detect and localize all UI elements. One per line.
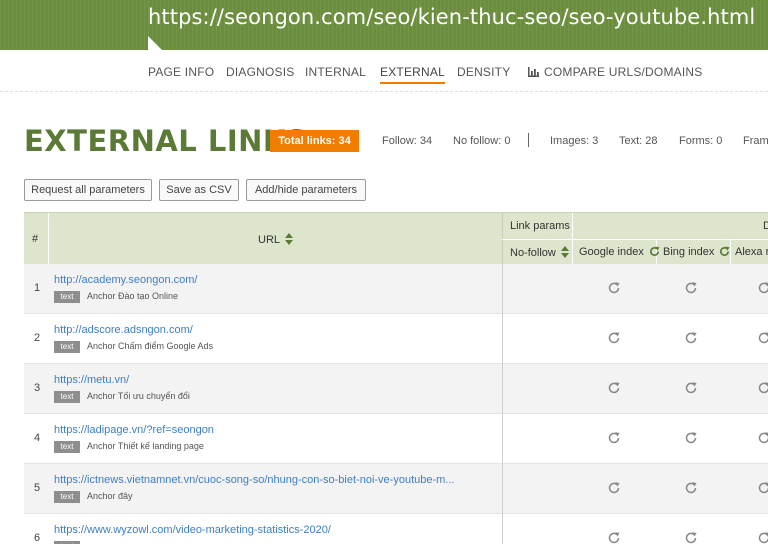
row-number: 2: [34, 332, 41, 344]
tab-diagnosis[interactable]: DIAGNOSIS: [226, 65, 294, 79]
col-bing-index[interactable]: Bing index: [663, 246, 730, 258]
refresh-icon[interactable]: [607, 281, 621, 295]
total-links-badge: Total links: 34: [270, 130, 359, 152]
row-number: 6: [34, 532, 41, 544]
refresh-icon[interactable]: [607, 431, 621, 445]
external-links-table: # URL Link params D No-follow Google ind…: [24, 212, 768, 544]
column-divider: [502, 364, 503, 414]
column-divider: [502, 464, 503, 514]
sort-icon: [560, 246, 569, 258]
add-hide-parameters-button[interactable]: Add/hide parameters: [246, 179, 366, 201]
column-divider: [502, 314, 503, 364]
row-number: 3: [34, 382, 41, 394]
banner-notch: [148, 36, 162, 50]
row-url-link[interactable]: https://ictnews.vietnamnet.vn/cuoc-song-…: [54, 474, 454, 486]
row-type-tag: text: [54, 391, 80, 403]
col-google-label: Google index: [579, 246, 644, 258]
column-divider: [502, 264, 503, 314]
current-url: https://seongon.com/seo/kien-thuc-seo/se…: [148, 5, 756, 29]
col-url-label: URL: [258, 234, 281, 246]
row-anchor-text: Anchor Đào tạo Online: [87, 291, 179, 301]
refresh-icon[interactable]: [607, 331, 621, 345]
row-type-tag: text: [54, 491, 80, 503]
refresh-icon[interactable]: [607, 481, 621, 495]
refresh-icon[interactable]: [607, 531, 621, 544]
tab-internal[interactable]: INTERNAL: [305, 65, 366, 79]
row-anchor-text: Anchor Chấm điểm Google Ads: [87, 341, 214, 351]
row-url-link[interactable]: https://www.wyzowl.com/video-marketing-s…: [54, 524, 331, 536]
tab-compare-label: COMPARE URLS/DOMAINS: [544, 65, 703, 79]
row-url-link[interactable]: http://adscore.adsngon.com/: [54, 324, 193, 336]
table-row: 5 https://ictnews.vietnamnet.vn/cuoc-song…: [24, 464, 768, 514]
refresh-icon[interactable]: [684, 431, 698, 445]
tab-compare[interactable]: COMPARE URLS/DOMAINS: [528, 65, 702, 79]
row-anchor-text: Anchor Thiết kế landing page: [87, 441, 204, 451]
refresh-icon[interactable]: [649, 246, 660, 257]
bar-chart-icon: [528, 67, 539, 77]
refresh-icon[interactable]: [684, 481, 698, 495]
group-link-params: Link params: [510, 220, 570, 232]
table-header: # URL Link params D No-follow Google ind…: [24, 212, 768, 265]
refresh-icon[interactable]: [607, 381, 621, 395]
refresh-icon[interactable]: [684, 281, 698, 295]
row-url-link[interactable]: https://ladipage.vn/?ref=seongon: [54, 424, 214, 436]
tab-external[interactable]: EXTERNAL: [380, 65, 445, 84]
column-divider: [502, 514, 503, 544]
table-row: 1 http://academy.seongon.com/text Anchor Đ…: [24, 264, 768, 314]
refresh-icon[interactable]: [684, 531, 698, 544]
col-number: #: [32, 233, 39, 245]
page-title: EXTERNAL LINKS: [24, 124, 308, 158]
tab-density[interactable]: DENSITY: [457, 65, 510, 79]
stat-follow: Follow: 34: [382, 135, 433, 147]
refresh-icon[interactable]: [684, 381, 698, 395]
refresh-icon[interactable]: [684, 331, 698, 345]
refresh-icon[interactable]: [757, 481, 768, 495]
row-number: 1: [34, 282, 41, 294]
stat-forms: Forms: 0: [679, 135, 723, 147]
table-row: 2 http://adscore.adsngon.com/text Anchor C…: [24, 314, 768, 364]
save-as-csv-button[interactable]: Save as CSV: [159, 179, 239, 201]
refresh-icon[interactable]: [757, 531, 768, 544]
row-type-tag: text: [54, 441, 80, 453]
row-anchor-text: Anchor Tối ưu chuyển đổi: [87, 391, 190, 401]
col-google-index[interactable]: Google index: [579, 246, 660, 258]
col-nofollow-label: No-follow: [510, 247, 556, 259]
row-type-tag: text: [54, 341, 80, 353]
refresh-icon[interactable]: [757, 381, 768, 395]
col-bing-label: Bing index: [663, 246, 715, 258]
table-row: 3 https://metu.vn/text Anchor Tối ưu chuyể…: [24, 364, 768, 414]
row-number: 4: [34, 432, 41, 444]
stats-separator: [528, 133, 529, 147]
col-alexa-rank: Alexa ra: [735, 246, 768, 258]
stat-images: Images: 3: [550, 135, 599, 147]
table-row: 6 https://www.wyzowl.com/video-marketing-…: [24, 514, 768, 544]
request-all-parameters-button[interactable]: Request all parameters: [24, 179, 152, 201]
row-number: 5: [34, 482, 41, 494]
col-nofollow[interactable]: No-follow: [510, 246, 569, 259]
column-divider: [502, 414, 503, 464]
col-url[interactable]: URL: [258, 233, 294, 246]
url-banner: https://seongon.com/seo/kien-thuc-seo/se…: [0, 0, 768, 50]
stat-nofollow: No follow: 0: [453, 135, 511, 147]
row-type-tag: text: [54, 291, 80, 303]
row-url-link[interactable]: https://metu.vn/: [54, 374, 129, 386]
refresh-icon[interactable]: [719, 246, 730, 257]
top-nav: PAGE INFO DIAGNOSIS INTERNAL EXTERNAL DE…: [0, 50, 768, 92]
row-url-link[interactable]: http://academy.seongon.com/: [54, 274, 198, 286]
stat-frames: Fram: [743, 135, 768, 147]
group-d: D: [763, 220, 768, 232]
refresh-icon[interactable]: [757, 431, 768, 445]
sort-icon: [285, 233, 294, 245]
tab-page-info[interactable]: PAGE INFO: [148, 65, 214, 79]
refresh-icon[interactable]: [757, 331, 768, 345]
table-row: 4 https://ladipage.vn/?ref=seongon text Anc…: [24, 414, 768, 464]
stat-text: Text: 28: [619, 135, 658, 147]
refresh-icon[interactable]: [757, 281, 768, 295]
row-anchor-text: Anchor đây: [87, 491, 133, 501]
